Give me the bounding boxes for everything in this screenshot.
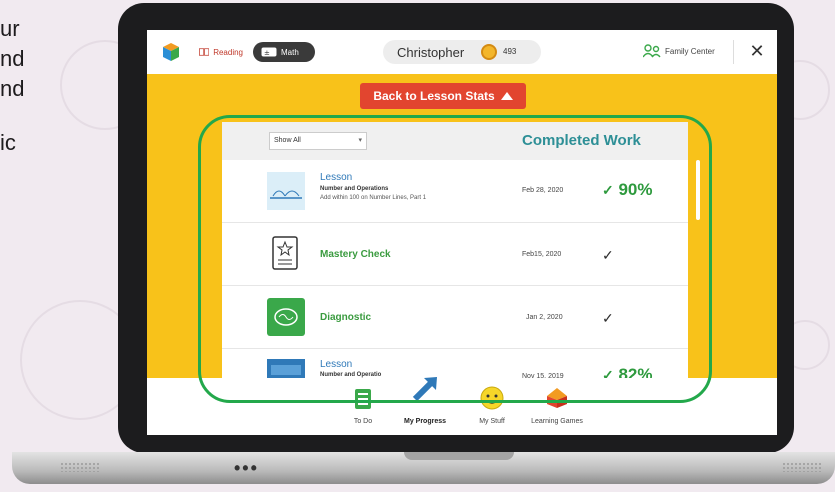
book-icon: [199, 48, 210, 56]
tab-reading-label: Reading: [213, 47, 243, 57]
nav-label: Learning Games: [531, 418, 583, 425]
coin-icon: [481, 44, 497, 60]
family-center-label: Family Center: [665, 46, 715, 56]
laptop-notch: [404, 452, 514, 460]
tab-math-label: Math: [281, 47, 299, 57]
top-bar: Reading ± Math Christopher 493 Family Ce…: [147, 30, 777, 74]
caption-line: ic: [0, 130, 16, 155]
chevron-up-icon: [500, 92, 513, 100]
vent-left: [60, 462, 100, 472]
back-button-label: Back to Lesson Stats: [373, 89, 495, 103]
laptop-dots: •••: [234, 458, 259, 478]
tab-math[interactable]: ± Math: [253, 42, 315, 62]
caption-line: nd: [0, 46, 25, 71]
vent-right: [782, 462, 822, 472]
family-center-link[interactable]: Family Center: [643, 44, 715, 58]
coin-count: 493: [503, 47, 517, 56]
user-name: Christopher: [397, 45, 465, 60]
user-pill[interactable]: Christopher 493: [383, 40, 541, 64]
svg-text:±: ±: [264, 49, 270, 57]
back-to-lesson-stats-button[interactable]: Back to Lesson Stats: [360, 83, 526, 109]
family-icon: [643, 44, 661, 58]
caption-line: ur: [0, 16, 20, 41]
highlight-ring: [198, 115, 712, 403]
cropped-caption-text: ur nd nd ic: [0, 14, 60, 158]
calculator-icon: ±: [261, 47, 277, 57]
topbar-divider: [733, 40, 734, 64]
app-screen: Reading ± Math Christopher 493 Family Ce…: [147, 30, 777, 435]
tab-reading[interactable]: Reading: [191, 42, 251, 62]
caption-line: nd: [0, 76, 25, 101]
close-button[interactable]: ✕: [745, 39, 769, 63]
app-logo-icon[interactable]: [163, 43, 179, 61]
laptop-base: •••: [12, 452, 835, 484]
